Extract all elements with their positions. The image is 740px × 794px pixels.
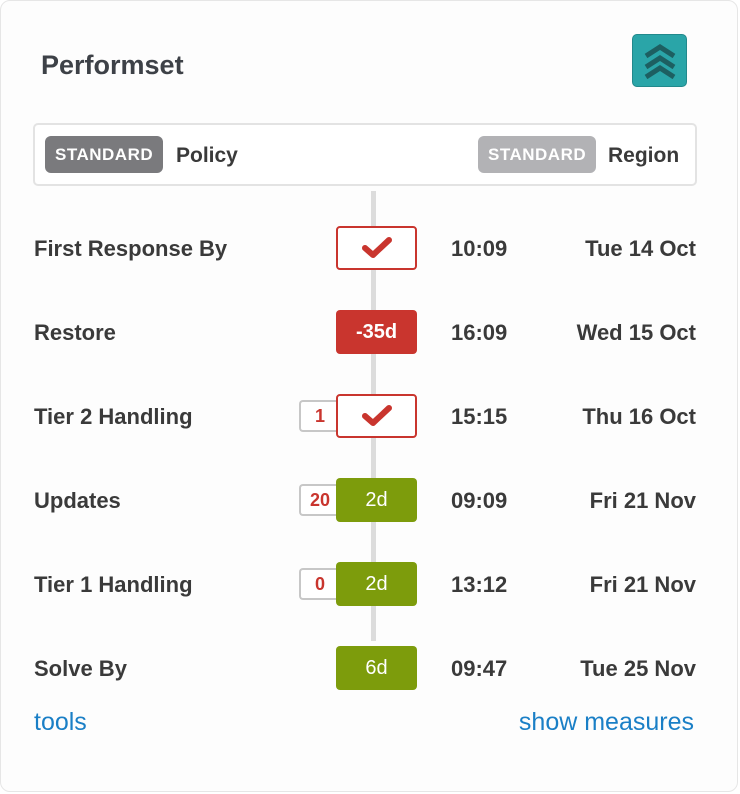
region-badge: STANDARD: [478, 136, 597, 173]
status-remaining[interactable]: 2d: [336, 478, 417, 522]
target-time: 13:12: [451, 572, 508, 597]
measure-name: Tier 1 Handling: [34, 572, 193, 597]
target-date: Tue 14 Oct: [585, 236, 696, 261]
measure-row[interactable]: Solve By 6d 09:47 Tue 25 Nov: [1, 646, 739, 690]
measure-row[interactable]: Restore -35d 16:09 Wed 15 Oct: [1, 310, 739, 354]
measure-name: Updates: [34, 488, 121, 513]
policy-region-box: STANDARD Policy STANDARD Region: [33, 123, 697, 186]
show-measures-link[interactable]: show measures: [519, 708, 694, 737]
target-date: Tue 25 Nov: [580, 656, 696, 681]
target-date: Thu 16 Oct: [582, 404, 696, 429]
double-chevron-up-icon: [644, 44, 676, 80]
region-label: Region: [608, 144, 680, 167]
target-date: Fri 21 Nov: [589, 572, 696, 597]
tools-link[interactable]: tools: [34, 708, 87, 737]
status-remaining[interactable]: 6d: [336, 646, 417, 690]
performset-panel: Performset STANDARD Policy STANDARD Regi…: [0, 0, 738, 792]
measure-row[interactable]: Tier 1 Handling 0 2d 13:12 Fri 21 Nov: [1, 562, 739, 606]
status-remaining[interactable]: 2d: [336, 562, 417, 606]
policy-label: Policy: [176, 144, 238, 167]
checkmark-icon: [361, 237, 392, 258]
measure-name: Tier 2 Handling: [34, 404, 193, 429]
target-date: Wed 15 Oct: [576, 320, 696, 345]
count-badge: 0: [299, 568, 339, 600]
measure-row[interactable]: First Response By 10:09 Tue 14 Oct: [1, 226, 739, 270]
checkmark-icon: [361, 405, 392, 426]
status-achieved[interactable]: [336, 394, 417, 438]
collapse-button[interactable]: [632, 34, 687, 87]
target-time: 09:47: [451, 656, 508, 681]
count-badge: 20: [299, 484, 339, 516]
target-time: 09:09: [451, 488, 508, 513]
count-badge: 1: [299, 400, 339, 432]
target-time: 10:09: [451, 236, 508, 261]
target-time: 16:09: [451, 320, 508, 345]
target-date: Fri 21 Nov: [589, 488, 696, 513]
policy-badge: STANDARD: [45, 136, 164, 173]
status-breached[interactable]: -35d: [336, 310, 417, 354]
measure-name: First Response By: [34, 236, 228, 261]
measure-name: Solve By: [34, 656, 127, 681]
measure-row[interactable]: Updates 20 2d 09:09 Fri 21 Nov: [1, 478, 739, 522]
target-time: 15:15: [451, 404, 508, 429]
measure-row[interactable]: Tier 2 Handling 1 15:15 Thu 16 Oct: [1, 394, 739, 438]
status-achieved[interactable]: [336, 226, 417, 270]
panel-title: Performset: [41, 50, 184, 80]
measure-name: Restore: [34, 320, 116, 345]
